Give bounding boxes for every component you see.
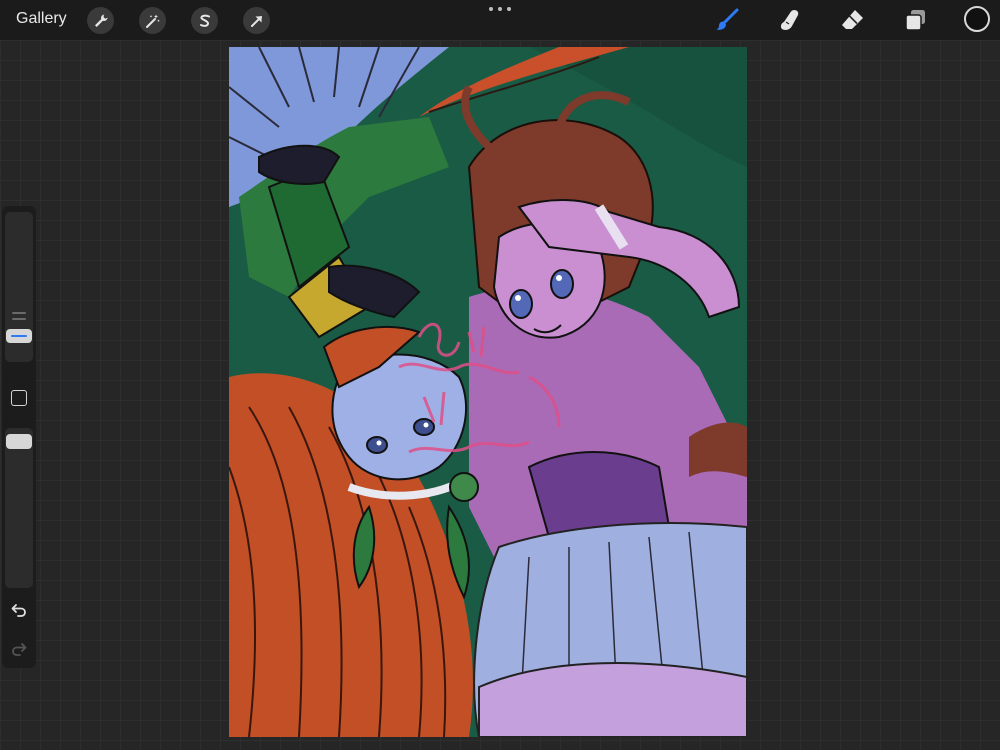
arrow-cursor-icon[interactable] <box>243 7 270 34</box>
opacity-knob[interactable] <box>6 434 32 449</box>
color-swatch-icon[interactable] <box>964 6 990 32</box>
size-slider-icon <box>12 312 26 324</box>
side-toolbar <box>2 206 36 668</box>
layers-icon[interactable] <box>901 6 929 34</box>
magic-wand-icon[interactable] <box>139 7 166 34</box>
opacity-slider[interactable] <box>5 428 33 588</box>
wrench-icon[interactable] <box>87 7 114 34</box>
undo-icon[interactable] <box>8 599 30 621</box>
drawing-canvas[interactable] <box>229 47 747 737</box>
brush-icon[interactable] <box>713 6 741 34</box>
more-dots-icon[interactable] <box>489 4 511 14</box>
selection-s-icon[interactable] <box>191 7 218 34</box>
brush-size-slider[interactable] <box>5 212 33 362</box>
top-toolbar: Gallery <box>0 0 1000 40</box>
redo-icon[interactable] <box>8 638 30 660</box>
smudge-finger-icon[interactable] <box>776 6 804 34</box>
artwork-illustration <box>229 47 747 737</box>
gallery-button[interactable]: Gallery <box>16 10 67 28</box>
brush-size-knob[interactable] <box>6 329 32 343</box>
square-icon[interactable] <box>11 390 27 406</box>
eraser-icon[interactable] <box>839 6 867 34</box>
